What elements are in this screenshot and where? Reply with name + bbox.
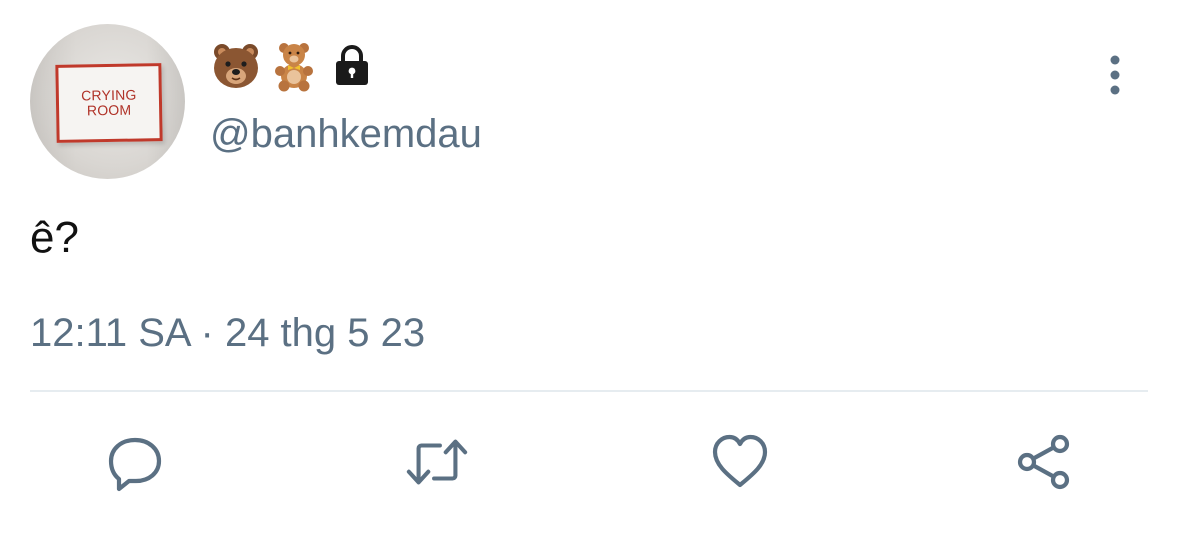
tweet-timestamp[interactable]: 12:11 SA · 24 thg 5 23 [30, 308, 425, 358]
avatar-sign-text-line2: ROOM [86, 101, 132, 119]
tweet-text: ê? [30, 213, 79, 262]
user-handle[interactable]: @banhkemdau [210, 110, 482, 158]
reply-button[interactable] [103, 430, 167, 494]
lock-icon [326, 40, 378, 92]
divider [30, 390, 1148, 392]
share-button[interactable] [1012, 430, 1076, 494]
bear-face-icon [210, 40, 262, 92]
like-icon [712, 434, 768, 488]
like-button[interactable] [708, 430, 772, 494]
teddy-bear-icon [268, 40, 320, 92]
display-name[interactable] [210, 40, 378, 92]
reply-icon [108, 437, 162, 492]
retweet-button[interactable] [405, 430, 469, 494]
share-icon [1017, 434, 1070, 490]
more-options-icon[interactable] [1100, 54, 1130, 98]
avatar-sign: CRYING ROOM [55, 63, 163, 143]
retweet-icon [406, 439, 468, 485]
avatar[interactable]: CRYING ROOM [30, 24, 185, 179]
